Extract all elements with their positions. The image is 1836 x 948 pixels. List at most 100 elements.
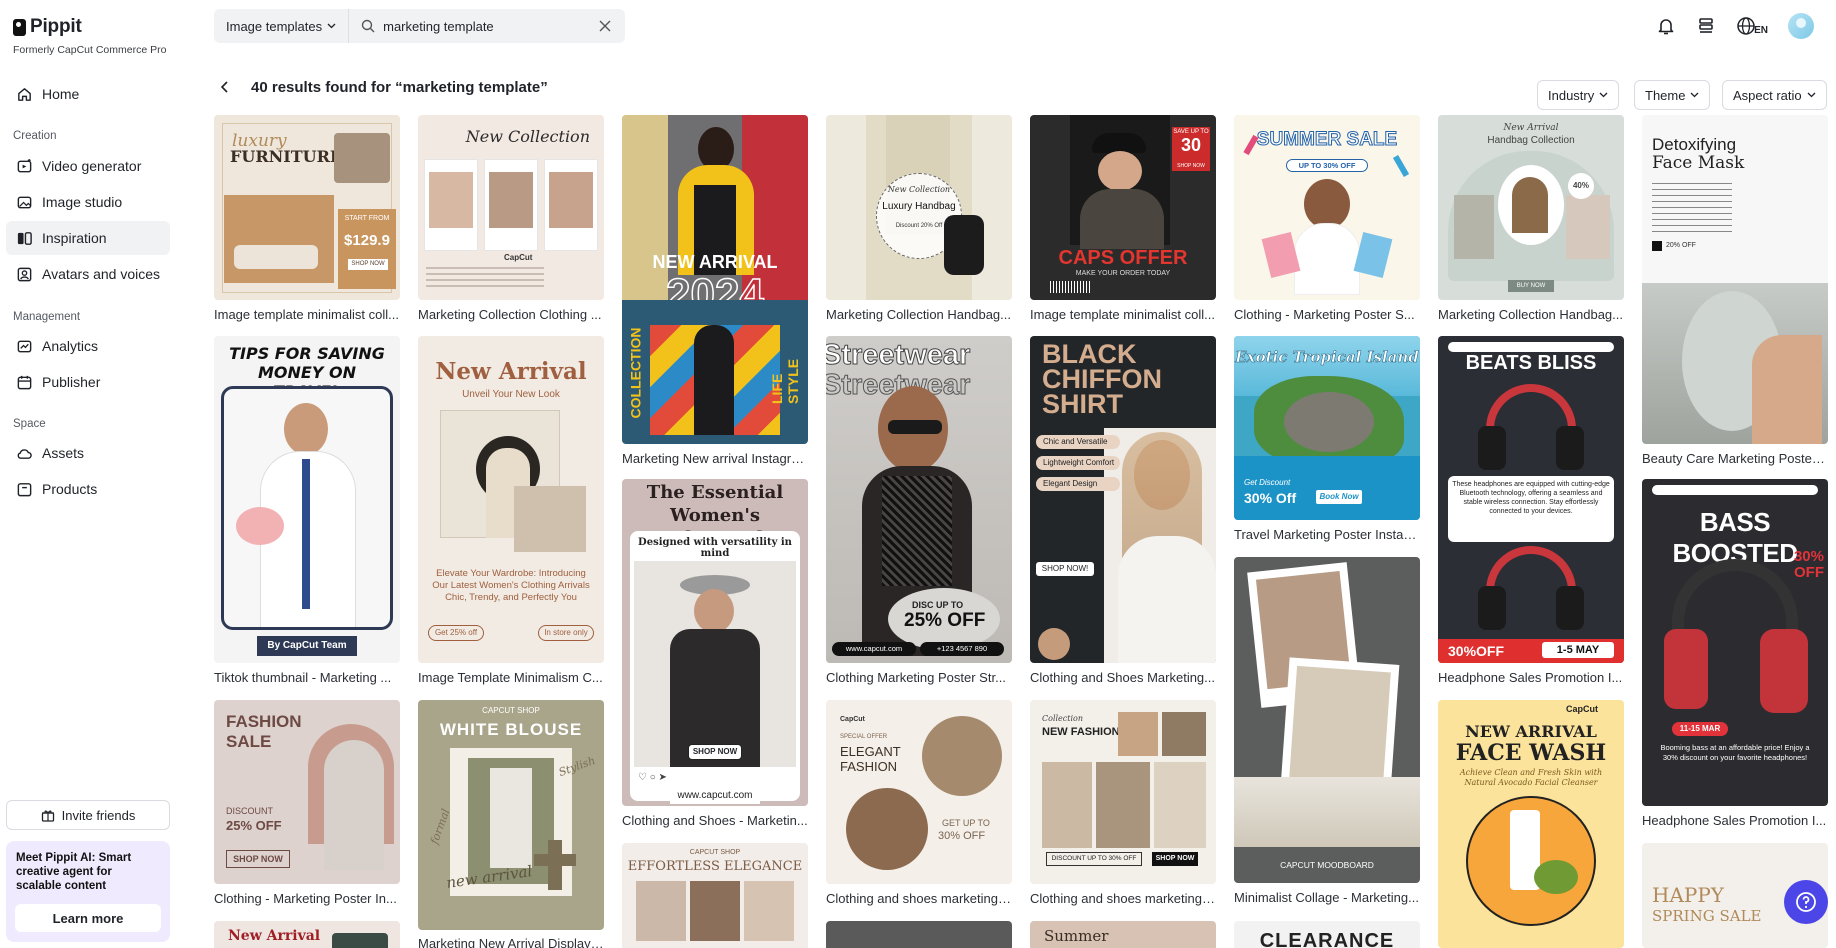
template-thumbnail[interactable]: luxury FURNITURE START FROM $129.9 SHOP … (214, 115, 400, 300)
template-text: Achieve Clean and Fresh Skin with Natura… (1459, 768, 1603, 787)
template-caption: Clothing and shoes marketing ... (1030, 891, 1216, 906)
aspect-ratio-filter[interactable]: Aspect ratio (1722, 80, 1827, 110)
template-text: ELEGANT FASHION (840, 744, 901, 774)
chevron-down-icon (327, 23, 336, 29)
template-text: SUMMER SALE (1256, 129, 1398, 151)
sidebar-item-avatars[interactable]: Avatars and voices (6, 257, 170, 291)
invite-friends-button[interactable]: Invite friends (6, 800, 170, 830)
template-text: Elegant Design (1036, 477, 1120, 491)
template-thumbnail[interactable]: FASHION SALE DISCOUNT 25% OFF SHOP NOW (214, 700, 400, 884)
template-caption: Clothing and shoes marketing ... (826, 891, 1012, 906)
template-text: SPECIAL OFFER (840, 734, 888, 740)
cloud-icon (17, 448, 32, 459)
template-thumbnail[interactable]: NEW ARRIVAL 2024 COLLECTION LIFE STYLE (622, 115, 808, 444)
filter-label: Industry (1548, 87, 1595, 103)
template-text: Collection (1042, 714, 1084, 723)
template-text: Book Now (1316, 490, 1362, 504)
template-text: Streetwear (826, 339, 971, 371)
template-text: Get Discount (1244, 478, 1291, 487)
template-text: SHOP NOW (1177, 163, 1205, 169)
template-thumbnail[interactable]: Exotic Tropical Island Get Discount 30% … (1234, 336, 1420, 520)
template-text: CAPCUT MOODBOARD (1280, 860, 1374, 870)
template-thumbnail[interactable]: CapCut SPECIAL OFFER ELEGANT FASHION GET… (826, 700, 1012, 884)
clear-search-icon[interactable] (599, 20, 611, 32)
sidebar-item-label: Products (42, 481, 98, 497)
template-text: $129.9 (344, 232, 390, 249)
search-type-dropdown[interactable]: Image templates (214, 9, 350, 43)
template-thumbnail[interactable]: SUMMER SALE UP TO 30% OFF (1234, 115, 1420, 300)
template-text: CAPS OFFER (1058, 247, 1188, 269)
template-thumbnail[interactable]: New Collection CapCut (418, 115, 604, 300)
template-text: 40% (1568, 173, 1594, 199)
template-thumbnail[interactable]: CLEARANCE (1234, 921, 1420, 948)
template-caption: Clothing and Shoes - Marketin... (622, 813, 808, 828)
template-caption: Clothing Marketing Poster Str... (826, 670, 1006, 685)
sidebar-item-home[interactable]: Home (6, 77, 170, 111)
template-thumbnail[interactable]: BASS BOOSTED 30% OFF 11-15 MAR Booming b… (1642, 479, 1828, 806)
language-switch[interactable]: EN (1736, 16, 1768, 36)
template-thumbnail[interactable]: The Essential Women's Leather Jacket Des… (622, 479, 808, 806)
template-thumbnail[interactable]: CAPCUT SHOP WHITE BLOUSE Stylish formal … (418, 700, 604, 930)
template-text: 25% OFF (904, 610, 986, 631)
template-thumbnail[interactable]: CapCut NEW ARRIVAL FACE WASH Achieve Cle… (1438, 700, 1624, 948)
learn-more-button[interactable]: Learn more (15, 904, 161, 932)
pippit-ai-promo: Meet Pippit AI: Smart creative agent for… (6, 841, 170, 942)
template-thumbnail[interactable]: New Arrival Unveil Your New Look Elevate… (418, 336, 604, 663)
template-thumbnail[interactable]: BEATS BLISS These headphones are equippe… (1438, 336, 1624, 663)
search-field (349, 18, 599, 34)
user-avatar[interactable] (1788, 13, 1814, 39)
template-text: Handbag Collection (1487, 135, 1575, 146)
app-root: Pippit Formerly CapCut Commerce Pro Home… (0, 0, 1836, 948)
template-thumbnail[interactable]: CAPCUT SHOP EFFORTLESS ELEGANCE (622, 843, 808, 948)
template-text: SHOP NOW (688, 744, 742, 760)
sidebar-item-analytics[interactable]: Analytics (6, 329, 170, 363)
sidebar-item-image-studio[interactable]: Image studio (6, 185, 170, 219)
sidebar-item-video-generator[interactable]: Video generator (6, 149, 170, 183)
template-thumbnail[interactable]: SAVE UP TO 30 SHOP NOW CAPS OFFER MAKE Y… (1030, 115, 1216, 300)
sidebar-item-assets[interactable]: Assets (6, 436, 170, 470)
template-caption: Marketing Collection Clothing ... (418, 307, 602, 322)
template-text: FURNITURE (230, 147, 343, 166)
chevron-down-icon (1691, 92, 1699, 98)
template-caption: Image template minimalist coll... (214, 307, 399, 322)
template-thumbnail[interactable]: BLACK CHIFFON SHIRT Chic and Versatile L… (1030, 336, 1216, 663)
layers-icon[interactable] (1696, 16, 1716, 36)
template-thumbnail[interactable]: New Collection Luxury Handbag Discount 2… (826, 115, 1012, 300)
template-thumbnail[interactable]: Summer (1030, 921, 1216, 948)
avatar-voice-icon (17, 267, 32, 281)
template-text: CapCut (840, 716, 865, 723)
template-text: LIFE STYLE (769, 358, 801, 404)
template-text: BLACK CHIFFON SHIRT (1042, 339, 1162, 419)
template-thumbnail[interactable]: CAPCUT MOODBOARD (1234, 557, 1420, 883)
template-text: Luxury Handbag (882, 201, 956, 212)
template-thumbnail[interactable]: Collection NEW FASHION DISCOUNT UP TO 30… (1030, 700, 1216, 884)
template-thumbnail[interactable] (826, 921, 1012, 948)
sidebar-item-label: Image studio (42, 194, 123, 210)
bell-icon[interactable] (1656, 16, 1676, 36)
template-caption: Marketing Collection Handbag... (826, 307, 1011, 322)
template-thumbnail[interactable]: New Arrival (214, 921, 400, 948)
sidebar-item-publisher[interactable]: Publisher (6, 365, 170, 399)
sidebar-item-label: Analytics (42, 338, 99, 354)
theme-filter[interactable]: Theme (1634, 80, 1711, 110)
template-text: SHOP NOW! (1036, 562, 1094, 576)
template-thumbnail[interactable]: New Arrival Handbag Collection 40% BUY N… (1438, 115, 1624, 300)
template-text: MAKE YOUR ORDER TODAY (1075, 270, 1171, 277)
template-caption: Clothing - Marketing Poster S... (1234, 307, 1415, 322)
template-thumbnail[interactable]: TIPS FOR SAVING MONEY ON TRAVEL By CapCu… (214, 336, 400, 663)
sidebar-item-products[interactable]: Products (6, 472, 170, 506)
help-button[interactable] (1784, 880, 1828, 924)
back-arrow-icon[interactable] (220, 80, 230, 94)
industry-filter[interactable]: Industry (1537, 80, 1620, 110)
sidebar-item-inspiration[interactable]: Inspiration (6, 221, 170, 255)
template-text: Elevate Your Wardrobe: Introducing Our L… (432, 568, 590, 603)
brand-logo[interactable]: Pippit Formerly CapCut Commerce Pro (13, 16, 166, 56)
search-input[interactable] (383, 18, 594, 34)
template-text: www.capcut.com (670, 788, 760, 804)
template-thumbnail[interactable]: Streetwear Streetwear DISC UP TO 25% OFF… (826, 336, 1012, 663)
template-thumbnail[interactable]: Detoxifying Face Mask 20% OFF (1642, 115, 1828, 444)
calendar-icon (17, 375, 32, 389)
template-caption: Travel Marketing Poster Instag... (1234, 527, 1420, 542)
template-text: Summer (1044, 927, 1109, 945)
template-text: Face Mask (1652, 153, 1745, 173)
